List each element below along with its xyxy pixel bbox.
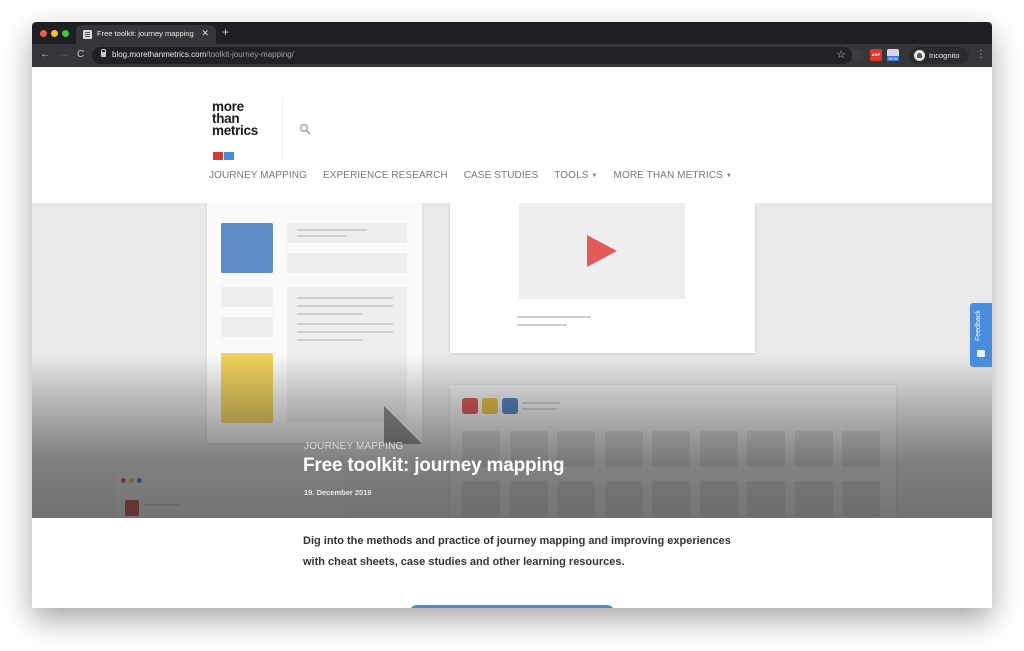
new-badge: NEW — [887, 56, 899, 61]
incognito-label: Incognito — [929, 51, 960, 60]
web-page: more than metrics JOURNEY MAPPING EXPERI… — [32, 67, 992, 608]
blue-badge-icon — [224, 152, 234, 160]
reload-button[interactable]: C — [77, 49, 84, 61]
nav-case-studies[interactable]: CASE STUDIES — [464, 170, 539, 181]
url-text[interactable]: blog.morethanmetrics.com/toolkit-journey… — [112, 50, 294, 59]
lock-icon[interactable] — [101, 49, 106, 57]
nav-tools[interactable]: TOOLS ▼ — [554, 170, 597, 181]
nav-more-than-metrics[interactable]: MORE THAN METRICS ▼ — [614, 170, 732, 181]
close-window-button[interactable] — [40, 30, 47, 37]
bookmark-star-icon[interactable]: ☆ — [836, 48, 846, 61]
browser-tab[interactable]: Free toolkit: journey mapping ✕ — [76, 25, 216, 44]
nav-journey-mapping[interactable]: JOURNEY MAPPING — [209, 170, 307, 181]
feedback-icon — [977, 350, 985, 357]
maximize-window-button[interactable] — [62, 30, 69, 37]
close-tab-icon[interactable]: ✕ — [201, 28, 209, 39]
red-badge-icon — [213, 152, 223, 160]
cta-button[interactable] — [409, 605, 615, 608]
caret-down-icon: ▼ — [725, 173, 732, 179]
tab-strip: Free toolkit: journey mapping ✕ + — [32, 22, 992, 44]
article-intro: Dig into the methods and practice of jou… — [303, 535, 731, 568]
logo-badges — [213, 147, 235, 165]
site-logo[interactable]: more than metrics — [212, 100, 258, 138]
hero-date: 19. December 2019 — [304, 488, 372, 497]
adblock-extension-icon[interactable]: ABP — [870, 49, 882, 61]
caret-down-icon: ▼ — [591, 173, 598, 179]
feedback-label: Feedback — [975, 310, 982, 341]
tab-title: Free toolkit: journey mapping — [97, 29, 194, 38]
nav-experience-research[interactable]: EXPERIENCE RESEARCH — [323, 170, 448, 181]
nav-label: JOURNEY MAPPING — [209, 170, 307, 181]
browser-toolbar: ← → C blog.morethanmetrics.com/toolkit-j… — [32, 44, 992, 67]
nav-label: TOOLS — [554, 170, 589, 181]
forward-button[interactable]: → — [59, 49, 69, 61]
logo-line-3: metrics — [212, 123, 258, 138]
nav-label: CASE STUDIES — [463, 170, 539, 181]
incognito-profile-button[interactable]: Incognito — [909, 47, 969, 64]
new-tab-button[interactable]: + — [222, 26, 229, 38]
main-nav: JOURNEY MAPPING EXPERIENCE RESEARCH CASE… — [209, 170, 748, 181]
nav-label: EXPERIENCE RESEARCH — [323, 170, 448, 181]
browser-window: Free toolkit: journey mapping ✕ + ← → C … — [32, 22, 992, 608]
back-button[interactable]: ← — [40, 49, 50, 61]
incognito-icon — [914, 50, 925, 61]
url-host: blog.morethanmetrics.com — [112, 50, 207, 59]
nav-label: MORE THAN METRICS — [613, 170, 723, 181]
header-divider — [282, 99, 283, 159]
minimize-window-button[interactable] — [51, 30, 58, 37]
new-extension-icon[interactable]: NEW — [887, 49, 899, 61]
extension-icon[interactable] — [852, 49, 864, 61]
hero-banner[interactable]: JOURNEY MAPPING Free toolkit: journey ma… — [32, 203, 992, 518]
favicon-icon — [83, 30, 92, 39]
browser-menu-icon[interactable]: ⋮ — [976, 49, 986, 61]
hero-category-link[interactable]: JOURNEY MAPPING — [304, 441, 404, 452]
feedback-button[interactable]: Feedback — [970, 303, 992, 367]
hero-title: Free toolkit: journey mapping — [303, 455, 565, 476]
search-icon[interactable] — [299, 123, 311, 135]
url-path: /toolkit-journey-mapping/ — [206, 50, 294, 59]
address-bar[interactable]: blog.morethanmetrics.com/toolkit-journey… — [92, 47, 852, 64]
